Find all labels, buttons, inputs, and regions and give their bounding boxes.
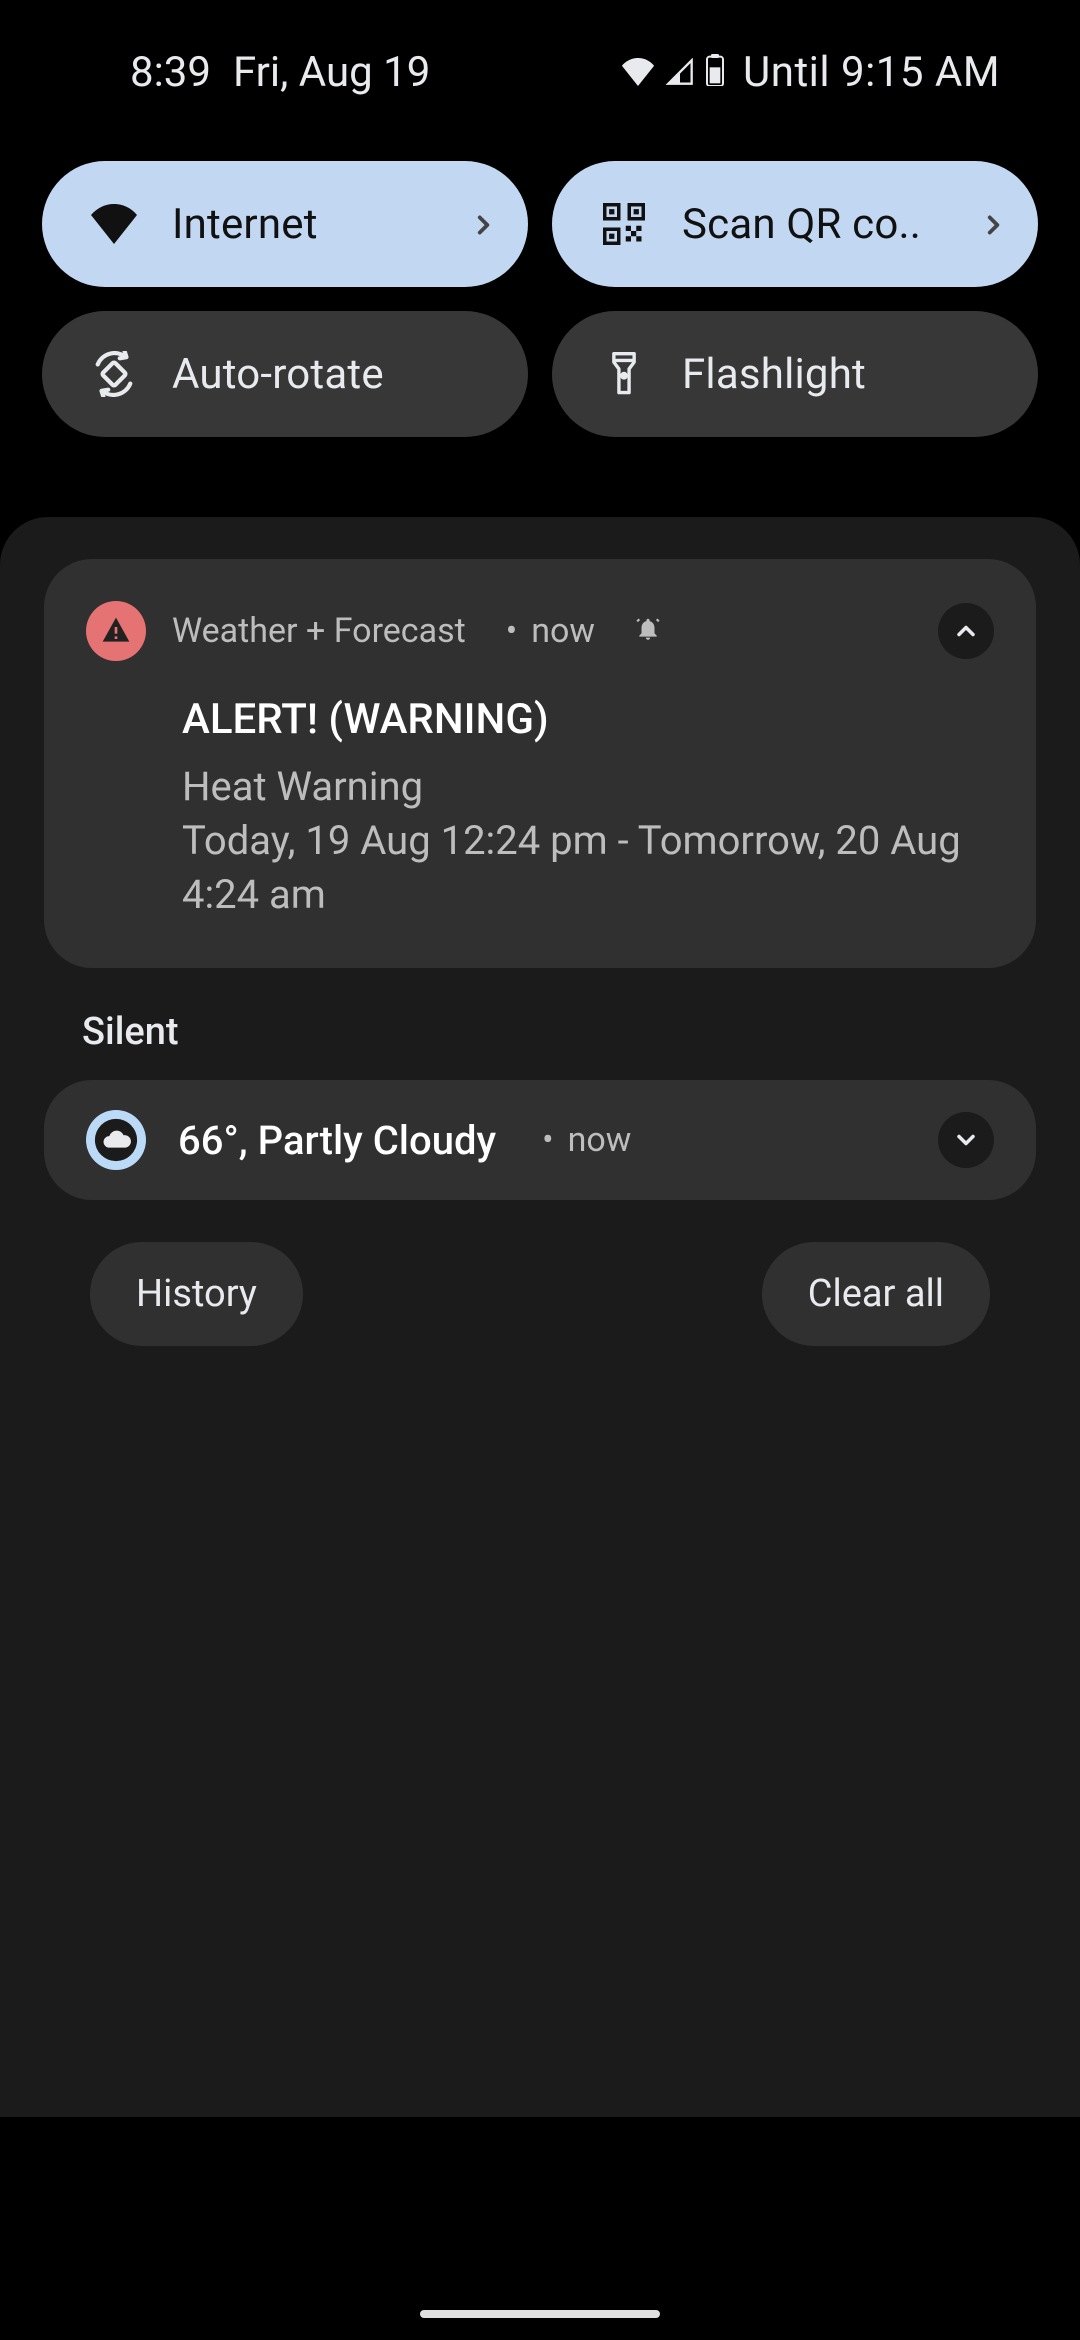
notification-weather-alert[interactable]: Weather + Forecast now ALERT! (WARNING) … [44, 559, 1036, 968]
silent-section-label: Silent [82, 1010, 998, 1054]
notification-title: ALERT! (WARNING) [182, 695, 994, 744]
notification-weather[interactable]: 66°, Partly Cloudy now [44, 1080, 1036, 1200]
qs-tile-internet[interactable]: Internet [42, 161, 528, 287]
qs-tile-flashlight[interactable]: Flashlight [552, 311, 1038, 437]
flashlight-icon [596, 352, 652, 396]
status-left: 8:39 Fri, Aug 19 [130, 48, 430, 97]
qs-tile-auto-rotate[interactable]: Auto-rotate [42, 311, 528, 437]
battery-status-icon [705, 48, 725, 97]
weather-cloud-icon [86, 1110, 146, 1170]
notification-title: 66°, Partly Cloudy [178, 1117, 496, 1164]
qr-icon [596, 203, 652, 245]
status-time: 8:39 [130, 48, 211, 97]
battery-until-label: Until 9:15 AM [743, 48, 1000, 97]
notification-time: now [528, 1120, 631, 1160]
status-date: Fri, Aug 19 [233, 48, 430, 97]
notification-body-line: Heat Warning [182, 760, 994, 814]
qs-tile-scan-qr[interactable]: Scan QR co.. [552, 161, 1038, 287]
qs-tile-label: Flashlight [682, 350, 1006, 399]
wifi-status-icon [621, 48, 655, 97]
notification-actions: History Clear all [90, 1242, 990, 1346]
clear-all-button[interactable]: Clear all [762, 1242, 990, 1346]
notification-app-name: Weather + Forecast [172, 611, 466, 651]
expand-notification-button[interactable] [938, 1112, 994, 1168]
notification-time: now [492, 611, 595, 651]
autorotate-icon [86, 351, 142, 397]
notification-body: Heat Warning Today, 19 Aug 12:24 pm - To… [182, 760, 994, 922]
status-right: Until 9:15 AM [621, 48, 1000, 97]
notification-shade: Weather + Forecast now ALERT! (WARNING) … [0, 517, 1080, 2117]
status-bar: 8:39 Fri, Aug 19 Until 9:15 AM [0, 0, 1080, 97]
qs-tile-label: Auto-rotate [172, 350, 496, 399]
alerting-bell-icon [635, 616, 661, 646]
wifi-icon [86, 204, 142, 244]
chevron-right-icon [980, 200, 1006, 249]
chevron-right-icon [470, 200, 496, 249]
qs-tile-label: Internet [172, 200, 462, 249]
signal-status-icon [665, 48, 695, 97]
navigation-handle[interactable] [420, 2310, 660, 2318]
notification-header: Weather + Forecast now [86, 601, 994, 661]
history-button[interactable]: History [90, 1242, 303, 1346]
notification-body-line: Today, 19 Aug 12:24 pm - Tomorrow, 20 Au… [182, 814, 994, 922]
collapse-notification-button[interactable] [938, 603, 994, 659]
alert-triangle-icon [86, 601, 146, 661]
qs-tile-label: Scan QR co.. [682, 200, 972, 249]
quick-settings-grid: Internet Scan QR co.. Auto-rotate [42, 161, 1038, 437]
